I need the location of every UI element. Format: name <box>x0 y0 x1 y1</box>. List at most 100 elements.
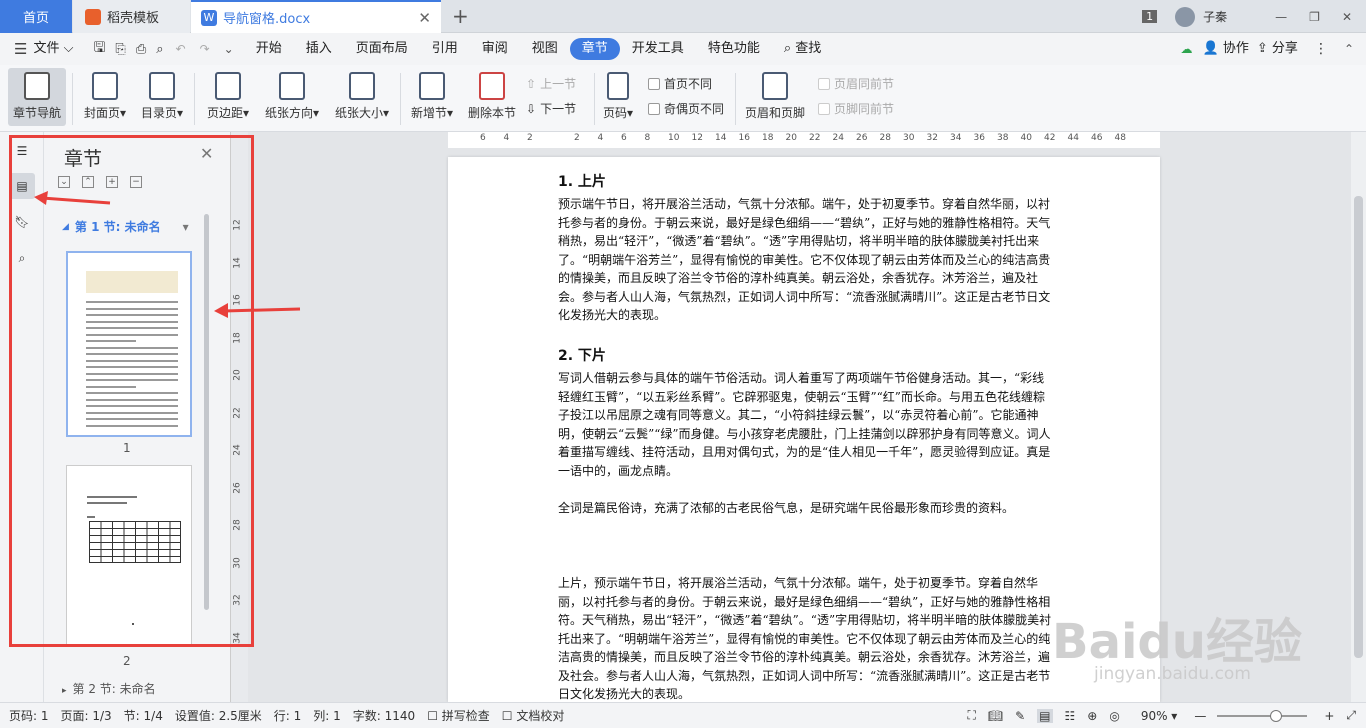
web-view-icon[interactable]: ⊕ <box>1087 709 1097 723</box>
same-header-checkbox[interactable]: 页眉同前节 <box>818 75 894 92</box>
next-section-icon: ⇩ <box>526 101 537 116</box>
delete-section-button[interactable]: 删除本节 <box>464 68 520 126</box>
ruler-h-label: 6 <box>480 133 486 143</box>
odd-even-diff-checkbox[interactable]: 奇偶页不同 <box>648 100 724 117</box>
tab-home[interactable]: 首页 <box>0 0 72 33</box>
proofread-button[interactable]: ☐ 文档校对 <box>502 707 565 724</box>
tab-home-label: 首页 <box>22 11 49 26</box>
menu-item-2[interactable]: 页面布局 <box>344 38 420 60</box>
menu-search[interactable]: ⌕ 查找 <box>772 38 833 60</box>
menu-file[interactable]: 文件 ⌵ <box>27 38 85 60</box>
menu-item-8[interactable]: 特色功能 <box>696 38 772 60</box>
window-count-badge[interactable]: 1 <box>1142 10 1158 23</box>
print-icon[interactable]: ⎙ <box>136 42 146 57</box>
title-bar: 首页 稻壳模板 W 导航窗格.docx ✕ + 1 子秦 — ❐ ✕ <box>0 0 1366 33</box>
ruler-h-label: 38 <box>997 133 1009 143</box>
tab-document[interactable]: W 导航窗格.docx ✕ <box>191 0 441 33</box>
hamburger-icon[interactable]: ☰ <box>14 40 27 58</box>
eye-protect-icon[interactable]: ◎ <box>1109 709 1119 723</box>
save-icon[interactable]: 🖫 <box>93 37 105 61</box>
status-pages[interactable]: 页面: 1/3 <box>61 707 112 724</box>
section-nav-button[interactable]: 章节导航 <box>8 68 66 126</box>
cover-page-button[interactable]: 封面页▾ <box>78 68 132 126</box>
paragraph-4: 上片，预示端午节日，将开展浴兰活动，气氛十分浓郁。端午，处于初夏季节。穿着自然华… <box>558 576 1052 701</box>
ruler-margin <box>248 132 448 148</box>
undo-icon[interactable]: ↶ <box>176 42 186 56</box>
export-icon[interactable]: ⎘ <box>115 42 125 57</box>
paragraph-2: 写词人借朝云参与具体的端午节俗活动。词人着重写了两项端午节俗健身活动。其一，“彩… <box>558 371 1051 478</box>
page-view-icon[interactable]: ▤ <box>1037 708 1053 723</box>
menu-item-3[interactable]: 引用 <box>420 38 470 60</box>
menu-item-1[interactable]: 插入 <box>294 38 344 60</box>
ruler-h-label: 16 <box>738 133 750 143</box>
status-setting[interactable]: 设置值: 2.5厘米 <box>175 707 262 724</box>
preview-icon[interactable]: ⌕ <box>156 42 163 57</box>
zoom-level[interactable]: 90% ▾ <box>1141 709 1178 723</box>
ruler-h-label: 44 <box>1067 133 1079 143</box>
restore-icon[interactable]: ❐ <box>1309 10 1320 24</box>
ruler-h-label: 46 <box>1091 133 1103 143</box>
fit-page-icon[interactable]: ⤢ <box>1346 708 1356 723</box>
section-nav-icon <box>24 72 50 100</box>
margin-button[interactable]: 页边距▾ <box>202 68 254 126</box>
paragraph-3: 全词是篇民俗诗，充满了浓郁的古老民俗气息，是研究端午民俗最形象而珍贵的资料。 <box>558 501 1015 515</box>
ruler-h-label: 2 <box>574 133 580 143</box>
close-tab-icon[interactable]: ✕ <box>418 9 431 27</box>
document-scroll-thumb[interactable] <box>1354 196 1363 658</box>
toc-page-button[interactable]: 目录页▾ <box>136 68 188 126</box>
zoom-slider[interactable] <box>1217 709 1308 722</box>
menu-item-0[interactable]: 开始 <box>244 38 294 60</box>
spell-check-button[interactable]: ☐ 拼写检查 <box>427 707 490 724</box>
redo-icon[interactable]: ↷ <box>200 42 210 56</box>
status-section[interactable]: 节: 1/4 <box>124 707 163 724</box>
baidu-watermark-url: jingyan.baidu.com <box>1094 664 1251 684</box>
same-footer-checkbox[interactable]: 页脚同前节 <box>818 100 894 117</box>
header-footer-button[interactable]: 页眉和页脚 <box>742 68 808 126</box>
word-doc-icon: W <box>201 9 217 26</box>
next-section-button[interactable]: ⇩ 下一节 <box>526 100 576 117</box>
prev-section-button[interactable]: ⇧ 上一节 <box>526 75 576 92</box>
delete-section-icon <box>479 72 505 100</box>
menu-item-6[interactable]: 章节 <box>569 38 620 60</box>
more-dropdown-icon[interactable]: ⌄ <box>224 42 234 56</box>
user-name[interactable]: 子秦 <box>1203 8 1227 25</box>
minimize-icon[interactable]: — <box>1275 10 1287 24</box>
toc-page-icon <box>149 72 175 100</box>
new-tab-icon[interactable]: + <box>452 4 469 28</box>
collapse-ribbon-icon[interactable]: ⌃ <box>1344 42 1354 56</box>
tab-template[interactable]: 稻壳模板 <box>73 0 190 33</box>
orientation-button[interactable]: 纸张方向▾ <box>260 68 324 126</box>
ruler-h-label: 40 <box>1020 133 1032 143</box>
fullscreen-icon[interactable]: ⛶ <box>967 708 975 723</box>
tab-document-label: 导航窗格.docx <box>223 12 311 27</box>
page-number-button[interactable]: 页码▾ <box>598 68 638 126</box>
cloud-sync-icon[interactable]: ☁ <box>1181 42 1193 56</box>
ruler-h-label: 34 <box>950 133 962 143</box>
zoom-slider-thumb[interactable] <box>1270 709 1283 722</box>
ruler-h-label: 24 <box>832 133 844 143</box>
menu-item-7[interactable]: 开发工具 <box>620 38 696 60</box>
menu-item-5[interactable]: 视图 <box>520 38 570 60</box>
ruler-h-label: 42 <box>1044 133 1056 143</box>
new-section-button[interactable]: 新增节▾ <box>406 68 458 126</box>
zoom-out-icon[interactable]: — <box>1194 709 1206 723</box>
menu-item-4[interactable]: 审阅 <box>470 38 520 60</box>
avatar[interactable] <box>1175 6 1196 27</box>
section-2-item[interactable]: ▸ 第 2 节: 未命名 <box>62 680 156 697</box>
status-page: 页码: 1 <box>9 709 49 723</box>
read-mode-icon[interactable]: 📖︎ <box>988 709 1003 723</box>
titlebar-right: 1 子秦 — ❐ ✕ <box>1142 0 1366 33</box>
paper-size-icon <box>349 72 375 100</box>
ruler-h-label: 26 <box>856 133 868 143</box>
first-page-diff-checkbox[interactable]: 首页不同 <box>648 75 712 92</box>
share-button[interactable]: ⇪ 分享 <box>1253 38 1302 60</box>
more-options-icon[interactable]: ⋮ <box>1314 41 1328 57</box>
status-words[interactable]: 字数: 1140 <box>353 707 415 724</box>
edit-mode-icon[interactable]: ✎ <box>1015 709 1025 723</box>
outline-view-icon[interactable]: ☷ <box>1065 709 1076 723</box>
header-footer-icon <box>762 72 788 100</box>
collab-button[interactable]: 👤 协作 <box>1199 38 1253 60</box>
paper-size-button[interactable]: 纸张大小▾ <box>330 68 394 126</box>
zoom-in-icon[interactable]: + <box>1324 709 1334 723</box>
close-window-icon[interactable]: ✕ <box>1342 10 1352 24</box>
